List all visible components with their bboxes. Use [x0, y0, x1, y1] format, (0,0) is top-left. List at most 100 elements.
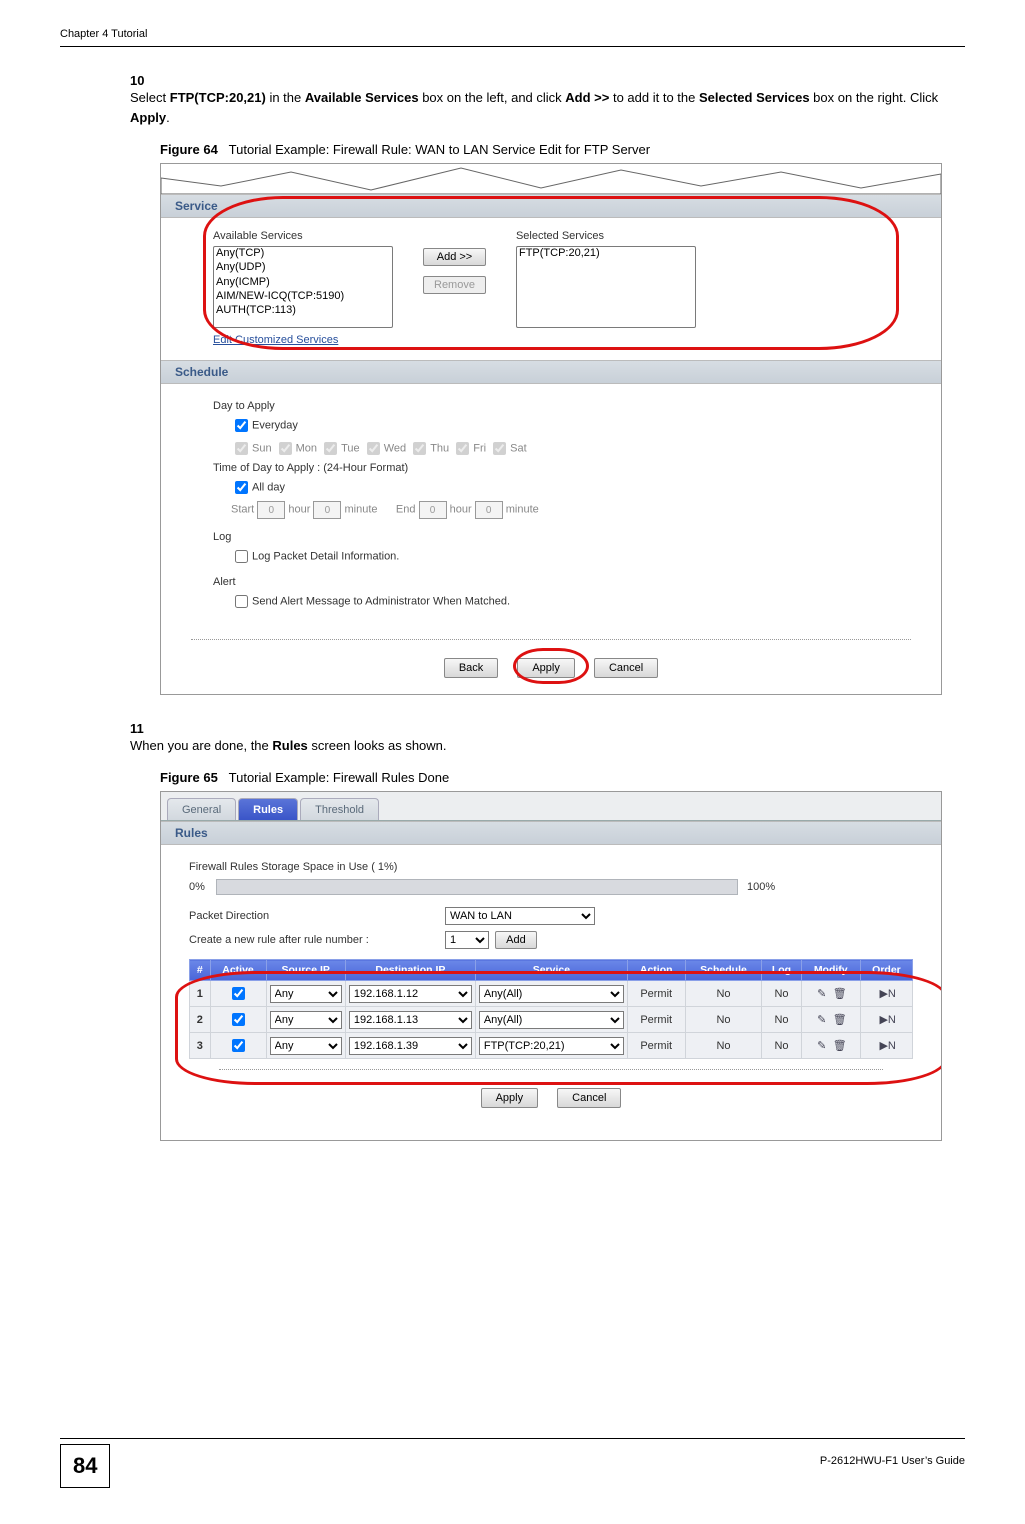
active-checkbox[interactable] [232, 1039, 245, 1052]
t: box on the left, and click [419, 90, 566, 105]
back-button[interactable]: Back [444, 658, 498, 678]
day-sun-checkbox[interactable] [235, 442, 248, 455]
tab-general[interactable]: General [167, 798, 236, 820]
apply-button[interactable]: Apply [517, 658, 575, 678]
everyday-checkbox[interactable] [235, 419, 248, 432]
remove-service-button[interactable]: Remove [423, 276, 486, 294]
selected-services-list[interactable]: FTP(TCP:20,21) [516, 246, 696, 328]
destination-ip-select[interactable]: 192.168.1.39 [349, 1037, 472, 1055]
cell-action: Permit [627, 1033, 685, 1059]
day-label: Mon [296, 443, 317, 455]
everyday-label: Everyday [252, 420, 298, 432]
delete-icon[interactable]: 🗑 [833, 1013, 847, 1027]
day-label: Tue [341, 443, 360, 455]
t: box on the right. Click [810, 90, 939, 105]
start-hour-input[interactable] [257, 501, 285, 519]
t: Rules [272, 738, 307, 753]
step-text: When you are done, the Rules screen look… [130, 736, 960, 756]
service-select[interactable]: Any(All) [479, 1011, 624, 1029]
available-services-list[interactable]: Any(TCP) Any(UDP) Any(ICMP) AIM/NEW-ICQ(… [213, 246, 393, 328]
end-hour-input[interactable] [419, 501, 447, 519]
add-rule-button[interactable]: Add [495, 931, 537, 949]
create-rule-label: Create a new rule after rule number : [189, 934, 439, 946]
t: in the [266, 90, 305, 105]
t: Add >> [565, 90, 609, 105]
t: FTP(TCP:20,21) [170, 90, 266, 105]
list-item[interactable]: AIM/NEW-ICQ(TCP:5190) [214, 290, 392, 304]
t: screen looks as shown. [308, 738, 447, 753]
tab-bar: General Rules Threshold [161, 792, 941, 821]
cell-num: 3 [190, 1033, 211, 1059]
table-header: # Active Source IP Destination IP Servic… [190, 960, 913, 981]
tab-threshold[interactable]: Threshold [300, 798, 379, 820]
rules-panel: Firewall Rules Storage Space in Use ( 1%… [161, 845, 941, 1140]
cancel-button[interactable]: Cancel [594, 658, 658, 678]
list-item[interactable]: Any(ICMP) [214, 276, 392, 290]
alert-checkbox[interactable] [235, 595, 248, 608]
day-label: Fri [473, 443, 486, 455]
edit-icon[interactable]: ✎ [815, 1013, 829, 1027]
section-schedule-header: Schedule [161, 360, 941, 384]
packet-direction-label: Packet Direction [189, 910, 439, 922]
cell-order: ▶N [860, 1007, 912, 1033]
col-num: # [190, 960, 211, 981]
cell-order: ▶N [860, 981, 912, 1007]
apply-button[interactable]: Apply [481, 1088, 539, 1108]
step-10: 10 Select FTP(TCP:20,21) in the Availabl… [130, 73, 965, 128]
col-source-ip: Source IP [266, 960, 345, 981]
section-rules-header: Rules [161, 821, 941, 845]
edit-icon[interactable]: ✎ [815, 1039, 829, 1053]
delete-icon[interactable]: 🗑 [833, 1039, 847, 1053]
destination-ip-select[interactable]: 192.168.1.12 [349, 985, 472, 1003]
cell-destination: 192.168.1.39 [345, 1033, 475, 1059]
edit-customized-services-link[interactable]: Edit Customized Services [213, 334, 338, 346]
active-checkbox[interactable] [232, 1013, 245, 1026]
packet-direction-select[interactable]: WAN to LAN [445, 907, 595, 925]
active-checkbox[interactable] [232, 987, 245, 1000]
minute-label: minute [506, 504, 539, 516]
cancel-button[interactable]: Cancel [557, 1088, 621, 1108]
rule-number-select[interactable]: 1 [445, 931, 489, 949]
move-icon[interactable]: ▶N [879, 1013, 893, 1027]
day-tue-checkbox[interactable] [324, 442, 337, 455]
move-icon[interactable]: ▶N [879, 987, 893, 1001]
list-item[interactable]: AUTH(TCP:113) [214, 304, 392, 318]
list-item[interactable]: FTP(TCP:20,21) [517, 247, 695, 261]
table-row: 3Any192.168.1.39FTP(TCP:20,21)PermitNoNo… [190, 1033, 913, 1059]
day-mon-checkbox[interactable] [279, 442, 292, 455]
end-minute-input[interactable] [475, 501, 503, 519]
delete-icon[interactable]: 🗑 [833, 987, 847, 1001]
destination-ip-select[interactable]: 192.168.1.13 [349, 1011, 472, 1029]
start-minute-input[interactable] [313, 501, 341, 519]
list-item[interactable]: Any(UDP) [214, 261, 392, 275]
page-footer: 84 P-2612HWU-F1 User’s Guide [60, 1438, 965, 1488]
edit-icon[interactable]: ✎ [815, 987, 829, 1001]
minute-label: minute [345, 504, 378, 516]
start-label: Start [231, 504, 254, 516]
all-day-label: All day [252, 482, 285, 494]
day-fri-checkbox[interactable] [456, 442, 469, 455]
source-ip-select[interactable]: Any [270, 1011, 342, 1029]
add-service-button[interactable]: Add >> [423, 248, 486, 266]
cell-active [210, 981, 266, 1007]
all-day-checkbox[interactable] [235, 481, 248, 494]
tab-rules[interactable]: Rules [238, 798, 298, 820]
day-sat-checkbox[interactable] [493, 442, 506, 455]
service-select[interactable]: FTP(TCP:20,21) [479, 1037, 624, 1055]
move-icon[interactable]: ▶N [879, 1039, 893, 1053]
service-select[interactable]: Any(All) [479, 985, 624, 1003]
source-ip-select[interactable]: Any [270, 1037, 342, 1055]
log-checkbox[interactable] [235, 550, 248, 563]
cell-order: ▶N [860, 1033, 912, 1059]
day-wed-checkbox[interactable] [367, 442, 380, 455]
cell-schedule: No [685, 981, 762, 1007]
source-ip-select[interactable]: Any [270, 985, 342, 1003]
cell-source: Any [266, 981, 345, 1007]
col-log: Log [762, 960, 801, 981]
cell-active [210, 1033, 266, 1059]
col-order: Order [860, 960, 912, 981]
day-thu-checkbox[interactable] [413, 442, 426, 455]
list-item[interactable]: Any(TCP) [214, 247, 392, 261]
cell-action: Permit [627, 981, 685, 1007]
cell-modify: ✎🗑 [801, 981, 860, 1007]
